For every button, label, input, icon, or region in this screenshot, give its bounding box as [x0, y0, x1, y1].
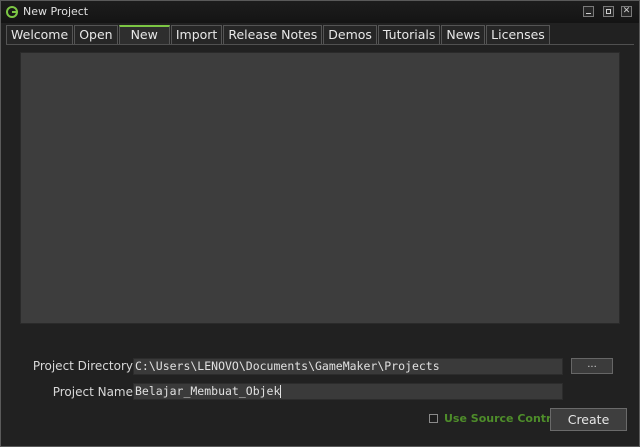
tab-welcome[interactable]: Welcome [6, 25, 74, 44]
tab-news[interactable]: News [441, 25, 486, 44]
tab-bar: Welcome Open New Import Release Notes De… [6, 25, 551, 45]
project-name-value: Belajar_Membuat_Objek [135, 384, 281, 398]
maximize-icon[interactable] [603, 6, 614, 17]
tab-divider [6, 44, 634, 45]
project-directory-field[interactable]: C:\Users\LENOVO\Documents\GameMaker\Proj… [133, 358, 563, 375]
tab-tutorials[interactable]: Tutorials [377, 25, 441, 44]
tab-licenses[interactable]: Licenses [486, 25, 550, 44]
minimize-icon[interactable] [583, 6, 594, 17]
project-directory-label: Project Directory [32, 359, 133, 373]
text-caret [280, 385, 282, 398]
use-source-control-checkbox[interactable] [429, 414, 438, 423]
project-name-label: Project Name [52, 385, 133, 399]
tab-import[interactable]: Import [170, 25, 223, 44]
tab-demos[interactable]: Demos [323, 25, 377, 44]
create-button[interactable]: Create [550, 408, 627, 431]
use-source-control-label[interactable]: Use Source Control [444, 412, 563, 425]
tab-release-notes[interactable]: Release Notes [223, 25, 323, 44]
project-name-field[interactable]: Belajar_Membuat_Objek [133, 383, 563, 400]
browse-directory-button[interactable]: ... [571, 358, 613, 374]
new-project-window: New Project ✕ Welcome Open New Import Re… [0, 0, 640, 447]
title-bar[interactable]: New Project ✕ [1, 1, 639, 23]
tab-new[interactable]: New [118, 25, 170, 44]
tab-open[interactable]: Open [74, 25, 118, 44]
window-title: New Project [23, 5, 89, 18]
close-icon[interactable]: ✕ [621, 6, 632, 17]
project-directory-value: C:\Users\LENOVO\Documents\GameMaker\Proj… [135, 359, 440, 373]
gamemaker-logo-icon [6, 6, 18, 18]
project-preview-panel [20, 52, 620, 324]
